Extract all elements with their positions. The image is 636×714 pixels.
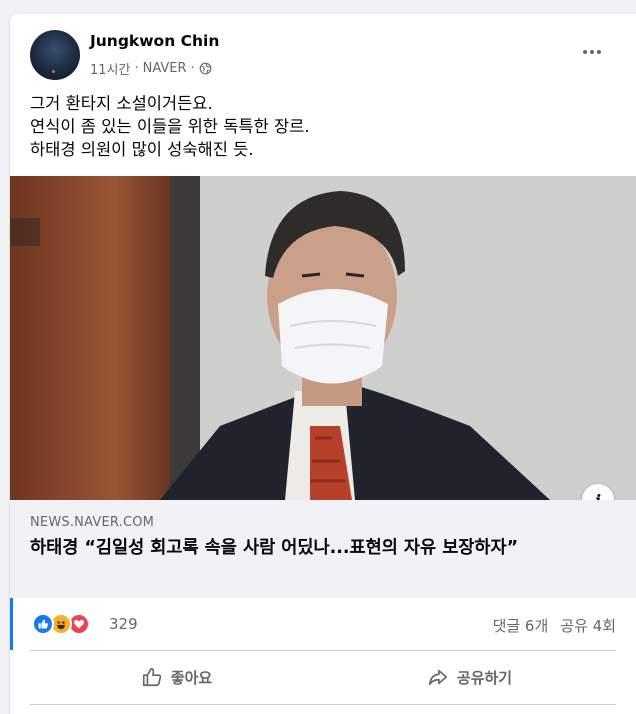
link-preview[interactable]: NEWS.NAVER.COM 하태경 “김일성 회고록 속을 사람 어딨나...… — [10, 500, 636, 598]
share-button-label: 공유하기 — [456, 668, 513, 687]
meta-separator: · — [134, 61, 139, 76]
link-photo[interactable] — [10, 176, 636, 500]
globe-icon[interactable] — [199, 62, 212, 75]
action-bar: 좋아요 공유하기 — [30, 655, 616, 699]
link-title[interactable]: 하태경 “김일성 회고록 속을 사람 어딨나...표현의 자유 보장하자” — [30, 536, 610, 561]
like-button-label: 좋아요 — [170, 668, 213, 687]
comment-count[interactable]: 댓글 6개 — [493, 615, 549, 636]
more-options-button[interactable] — [576, 42, 608, 62]
actions-divider-top — [30, 650, 616, 651]
more-dot-icon — [583, 50, 587, 54]
post-time[interactable]: 11시간 — [90, 59, 130, 78]
meta-separator-2: · — [190, 61, 195, 76]
share-button[interactable]: 공유하기 — [323, 655, 616, 699]
avatar-light — [52, 70, 55, 73]
more-dot-icon — [597, 50, 601, 54]
actions-divider-bottom — [30, 704, 616, 705]
reaction-count[interactable]: 329 — [109, 615, 138, 633]
post-body: 그거 환타지 소설이거든요. 연식이 좀 있는 이들을 위한 독특한 장르. 하… — [30, 92, 620, 161]
like-button[interactable]: 좋아요 — [30, 655, 323, 699]
share-arrow-icon — [428, 669, 447, 686]
news-photo — [10, 176, 636, 500]
post-header: Jungkwon Chin 11시간 · NAVER · — [10, 14, 636, 84]
avatar[interactable] — [30, 30, 80, 80]
like-icon — [32, 613, 54, 635]
post-text-line: 연식이 좀 있는 이들을 위한 독특한 장르. — [30, 117, 310, 136]
author-name[interactable]: Jungkwon Chin — [90, 32, 219, 50]
more-dot-icon — [590, 50, 594, 54]
reactions-bar: 329 댓글 6개 공유 4회 — [10, 598, 636, 650]
post-text-line: 하태경 의원이 많이 성숙해진 듯. — [30, 140, 254, 159]
post-source: NAVER — [142, 61, 187, 76]
reaction-icons[interactable] — [32, 613, 90, 635]
engagement-counts: 댓글 6개 공유 4회 — [493, 615, 616, 636]
post-text-line: 그거 환타지 소설이거든요. — [30, 94, 213, 113]
thumbs-up-icon — [142, 667, 161, 687]
share-count[interactable]: 공유 4회 — [560, 615, 616, 636]
link-domain: NEWS.NAVER.COM — [30, 515, 155, 530]
post-meta: 11시간 · NAVER · — [90, 59, 212, 78]
post-card: Jungkwon Chin 11시간 · NAVER · 그거 환타지 소설이거… — [10, 14, 636, 714]
